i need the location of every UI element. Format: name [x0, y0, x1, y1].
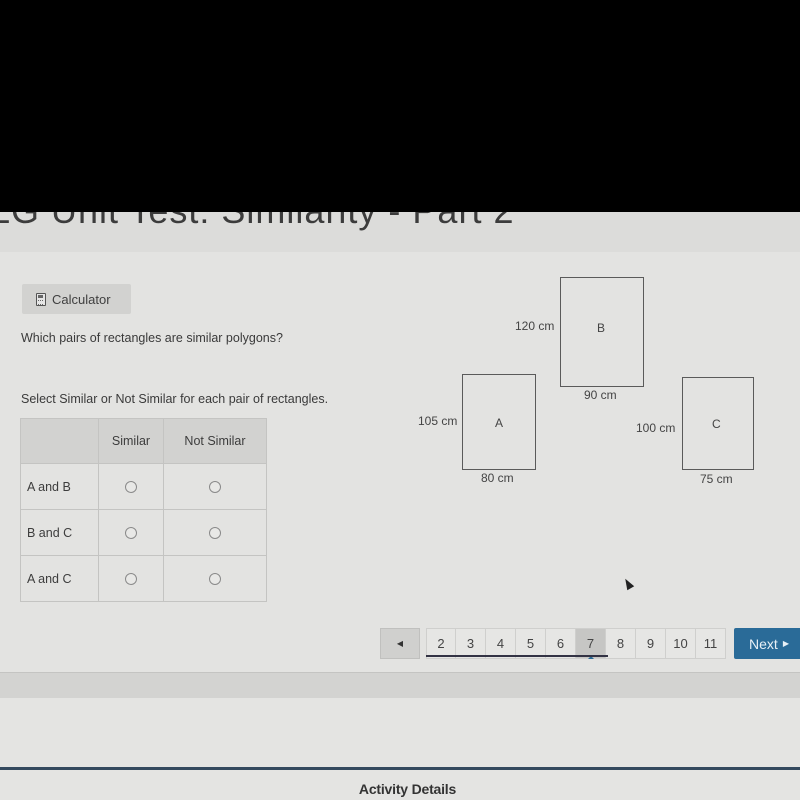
calculator-label: Calculator [52, 291, 111, 307]
calculator-icon [36, 292, 46, 306]
triangle-left-icon: ◀ [396, 639, 404, 648]
previous-page-button[interactable]: ◀ [380, 628, 420, 659]
footer-divider [0, 767, 800, 770]
radio-b-c-similar[interactable] [124, 527, 137, 540]
question-instruction: Select Similar or Not Similar for each p… [21, 392, 329, 406]
column-header-not-similar: Not Similar [162, 418, 268, 464]
page-11[interactable]: 11 [696, 628, 726, 659]
radio-a-c-similar[interactable] [124, 573, 137, 586]
next-label: Next [749, 635, 778, 652]
table-row: A and B [20, 463, 268, 510]
answer-table: Similar Not Similar A and B B and C A an… [20, 418, 268, 602]
page-10[interactable]: 10 [666, 628, 696, 659]
question-prompt: Which pairs of rectangles are similar po… [21, 331, 283, 345]
triangle-right-icon: ▶ [782, 639, 789, 648]
row-label: A and B [20, 463, 99, 510]
radio-a-c-not-similar[interactable] [208, 573, 221, 586]
table-row: A and C [20, 555, 268, 602]
row-label: A and C [20, 555, 99, 602]
page-title: LG Unit Test: Similarity - Part 2 [0, 212, 514, 232]
column-header-similar: Similar [98, 418, 164, 464]
radio-a-b-not-similar[interactable] [208, 481, 221, 494]
table-row: B and C [20, 509, 268, 556]
screen-bezel [0, 0, 800, 212]
page-list: 2 3 4 5 6 7 8 9 10 11 [426, 628, 726, 659]
table-header-row: Similar Not Similar [20, 418, 268, 464]
radio-a-b-similar[interactable] [124, 481, 137, 494]
footer-band [0, 672, 800, 698]
activity-details-link[interactable]: Activity Details [0, 781, 800, 797]
next-button[interactable]: Next ▶ [734, 628, 800, 659]
page-8[interactable]: 8 [606, 628, 636, 659]
column-header-empty [20, 418, 99, 464]
radio-b-c-not-similar[interactable] [208, 527, 221, 540]
progress-indicator [426, 655, 608, 657]
row-label: B and C [20, 509, 99, 556]
page-header: LG Unit Test: Similarity - Part 2 [0, 212, 800, 252]
pagination: ◀ 2 3 4 5 6 7 8 9 10 11 Next ▶ [380, 628, 800, 659]
calculator-button[interactable]: Calculator [22, 284, 131, 314]
page-9[interactable]: 9 [636, 628, 666, 659]
